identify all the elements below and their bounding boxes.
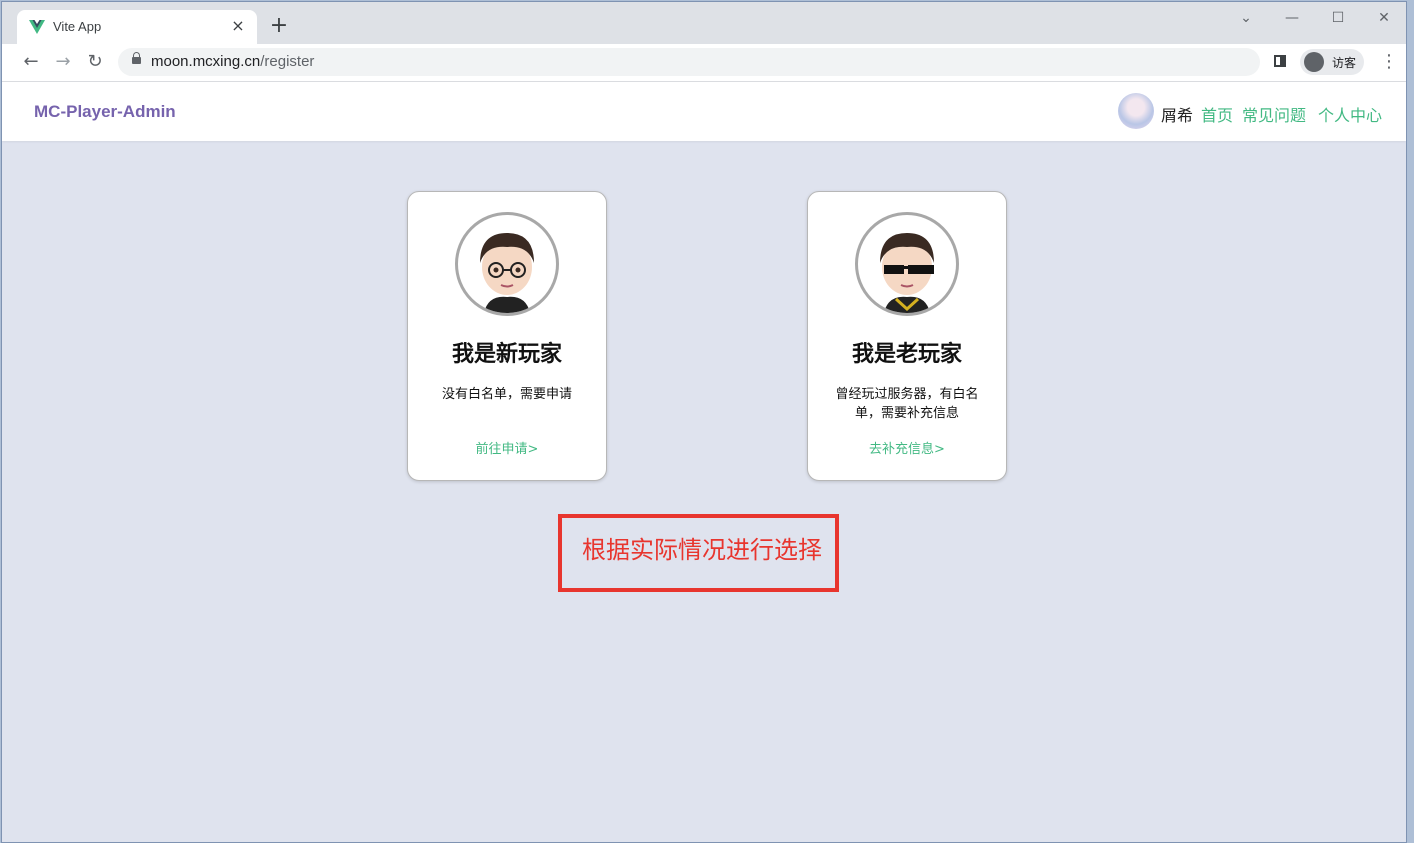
chevron-down-icon[interactable]: ⌄ [1236,8,1256,28]
window-close-icon[interactable]: ✕ [1374,8,1394,28]
forward-arrow-icon[interactable]: → [51,50,75,74]
annotation-text: 根据实际情况进行选择 [582,536,822,564]
card-title: 我是老玩家 [851,342,962,367]
apply-link[interactable]: 前往申请> [408,438,606,457]
more-menu-icon[interactable]: ⋮ [1380,50,1398,74]
minimize-icon[interactable]: — [1282,8,1302,28]
user-name[interactable]: 屑希 [1161,102,1193,126]
vue-logo-icon [29,20,45,34]
avatar-glasses-icon [455,212,559,316]
browser-tab[interactable]: Vite App × [17,10,257,44]
old-player-card[interactable]: 我是老玩家 曾经玩过服务器，有白名单，需要补充信息 去补充信息> [807,191,1007,481]
nav-profile[interactable]: 个人中心 [1318,102,1382,126]
avatar[interactable] [1118,93,1154,129]
url-path: /register [260,53,315,70]
tab-strip: Vite App × + ⌄ — ☐ ✕ [2,2,1406,44]
url-host: moon.mcxing.cn [151,53,261,70]
supplement-info-link[interactable]: 去补充信息> [808,438,1006,457]
browser-toolbar: ← → ↻ moon.mcxing.cn/register 访客 ⋮ [2,44,1406,82]
profile-button[interactable]: 访客 [1300,49,1364,75]
new-player-card[interactable]: 我是新玩家 没有白名单，需要申请 前往申请> [407,191,607,481]
card-description: 曾经玩过服务器，有白名单，需要补充信息 [835,387,979,421]
app-header: MC-Player-Admin 屑希 首页 常见问题 个人中心 [2,82,1406,141]
browser-window: Vite App × + ⌄ — ☐ ✕ ← → ↻ moon.mcxing.c… [1,1,1407,843]
back-arrow-icon[interactable]: ← [19,50,43,74]
annotation-box: 根据实际情况进行选择 [558,514,839,592]
url-text: moon.mcxing.cn/register [151,53,314,70]
profile-label: 访客 [1332,56,1357,70]
nav-faq[interactable]: 常见问题 [1242,102,1306,126]
reload-icon[interactable]: ↻ [83,50,107,74]
brand-title[interactable]: MC-Player-Admin [34,102,176,122]
close-icon[interactable]: × [229,17,247,35]
nav-home[interactable]: 首页 [1201,102,1233,126]
plus-icon[interactable]: + [268,15,290,38]
maximize-icon[interactable]: ☐ [1328,8,1348,28]
avatar-sunglasses-icon [855,212,959,316]
side-panel-icon[interactable] [1274,55,1286,67]
profile-icon [1304,52,1324,72]
lock-icon [132,52,141,64]
address-bar[interactable]: moon.mcxing.cn/register [118,48,1260,76]
tab-title: Vite App [53,19,102,34]
card-description: 没有白名单，需要申请 [441,387,572,402]
card-title: 我是新玩家 [451,342,562,367]
